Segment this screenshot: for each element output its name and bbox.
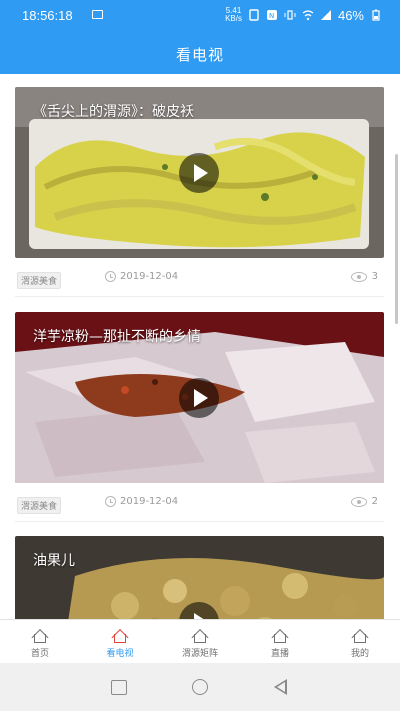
matrix-icon — [192, 629, 208, 643]
eye-icon — [350, 271, 367, 282]
video-card[interactable]: 《舌尖上的渭源》：破皮袄 渭源美食 2019-12-04 3 — [15, 87, 384, 297]
nav-item-home[interactable]: 首页 — [0, 620, 80, 664]
video-title: 洋芋凉粉—那扯不断的乡情 — [33, 329, 201, 345]
nav-label: 渭源矩阵 — [181, 649, 218, 659]
recent-apps-icon[interactable] — [111, 680, 127, 695]
nav-item-watch-tv[interactable]: 看电视 — [80, 620, 160, 664]
view-count: 2 — [350, 496, 378, 507]
signal-icon — [320, 10, 331, 20]
nav-item-mine[interactable]: 我的 — [320, 620, 400, 664]
video-card[interactable]: 油果儿 — [15, 536, 384, 619]
vibrate-icon — [284, 10, 296, 20]
bottom-navigation: 首页 看电视 渭源矩阵 直播 我的 — [0, 619, 400, 664]
publish-date: 2019-12-04 — [105, 271, 178, 282]
video-thumbnail[interactable]: 《舌尖上的渭源》：破皮袄 — [15, 87, 384, 258]
clock-icon — [105, 271, 116, 282]
play-icon[interactable] — [179, 378, 219, 418]
page-title: 看电视 — [175, 46, 224, 64]
nav-label: 我的 — [350, 649, 369, 659]
nav-item-live[interactable]: 直播 — [240, 620, 320, 664]
video-card[interactable]: 洋芋凉粉—那扯不断的乡情 渭源美食 2019-12-04 2 — [15, 312, 384, 522]
status-time: 18:56:18 — [22, 8, 73, 23]
sim-icon — [249, 9, 259, 21]
clock-icon — [105, 496, 116, 507]
home-button-icon[interactable] — [192, 679, 208, 695]
scrollbar[interactable] — [395, 154, 398, 324]
date-text: 2019-12-04 — [120, 496, 179, 507]
status-right: 5.41 KB/s N 46% — [225, 7, 382, 23]
system-navigation-bar — [0, 663, 400, 711]
live-icon — [272, 629, 288, 643]
app-header: 18:56:18 5.41 KB/s N 46% 看电视 — [0, 0, 400, 74]
battery-percent: 46% — [337, 7, 364, 23]
home-icon — [32, 629, 48, 643]
eye-icon — [350, 496, 367, 507]
network-speed: 5.41 KB/s — [225, 6, 242, 23]
category-tag: 渭源美食 — [17, 497, 62, 514]
nfc-icon: N — [266, 10, 277, 20]
profile-icon — [352, 629, 368, 643]
nav-item-weiyuan-matrix[interactable]: 渭源矩阵 — [160, 620, 240, 664]
status-bar: 18:56:18 5.41 KB/s N 46% — [0, 0, 400, 30]
video-thumbnail[interactable]: 洋芋凉粉—那扯不断的乡情 — [15, 312, 384, 483]
category-tag: 渭源美食 — [17, 272, 62, 289]
svg-text:N: N — [269, 12, 274, 20]
wifi-icon — [302, 10, 314, 21]
date-text: 2019-12-04 — [120, 271, 179, 282]
view-count: 3 — [350, 271, 378, 282]
publish-date: 2019-12-04 — [105, 496, 178, 507]
video-title: 《舌尖上的渭源》：破皮袄 — [33, 104, 194, 120]
view-count-text: 2 — [371, 496, 378, 507]
video-thumbnail[interactable]: 油果儿 — [15, 536, 384, 619]
video-meta: 渭源美食 2019-12-04 3 — [15, 258, 384, 297]
video-title: 油果儿 — [33, 553, 75, 569]
nav-label: 看电视 — [106, 649, 134, 659]
message-notification-icon — [92, 10, 103, 19]
video-meta: 渭源美食 2019-12-04 2 — [15, 483, 384, 522]
back-icon[interactable] — [274, 679, 287, 695]
tv-icon — [112, 629, 128, 643]
battery-icon — [372, 9, 380, 21]
view-count-text: 3 — [371, 271, 378, 282]
play-icon[interactable] — [179, 153, 219, 193]
video-feed[interactable]: 《舌尖上的渭源》：破皮袄 渭源美食 2019-12-04 3 洋芋凉粉—那扯不断… — [0, 74, 400, 619]
nav-label: 直播 — [270, 649, 289, 659]
nav-label: 首页 — [30, 649, 49, 659]
